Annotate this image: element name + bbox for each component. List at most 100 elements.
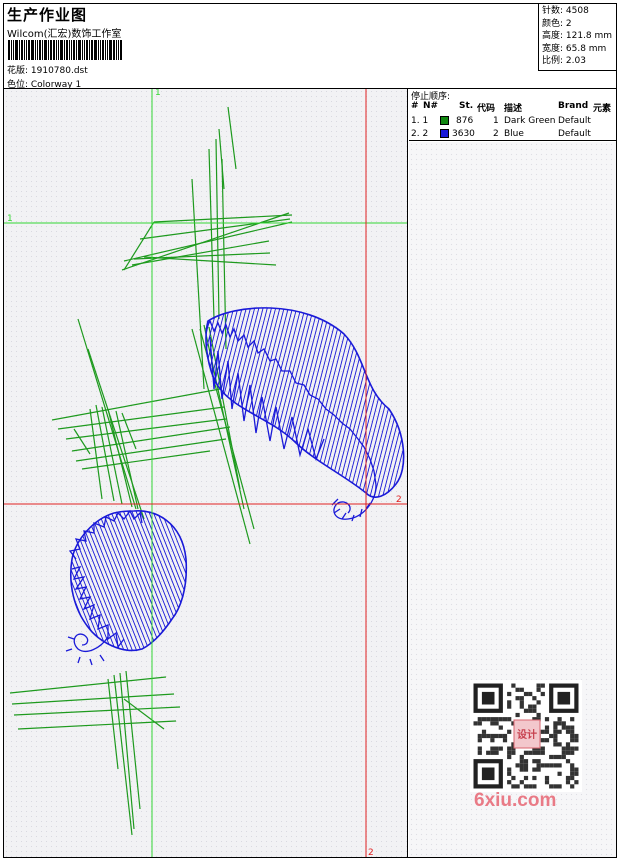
qr-module xyxy=(557,784,562,789)
satin-stitch xyxy=(4,89,33,686)
qr-finder-core xyxy=(481,767,495,781)
qr-module xyxy=(523,708,529,713)
satin-stitch xyxy=(392,307,404,498)
qr-module xyxy=(544,717,550,722)
leaf-edge-stitch xyxy=(333,484,377,520)
qr-module xyxy=(519,767,524,772)
satin-stitch xyxy=(206,307,210,498)
satin-stitch xyxy=(70,510,173,651)
qr-module xyxy=(553,721,558,726)
qr-module xyxy=(553,784,558,789)
satin-stitch xyxy=(4,89,92,686)
qr-module xyxy=(544,775,550,781)
qr-module xyxy=(507,691,512,697)
row-desc: Blue xyxy=(504,129,524,139)
satin-stitch xyxy=(133,510,187,651)
qr-module xyxy=(536,750,541,755)
row-index: 2. 2 xyxy=(411,129,429,139)
satin-stitch xyxy=(375,307,404,498)
satin-stitch xyxy=(70,510,127,651)
satin-stitch xyxy=(70,510,187,651)
qr-module xyxy=(507,717,512,722)
satin-stitch xyxy=(206,307,215,498)
satin-stitch xyxy=(283,307,404,498)
guide-label-green-v: 1 xyxy=(155,89,161,98)
satin-stitch xyxy=(70,510,157,651)
qr-module xyxy=(507,767,512,772)
qr-module xyxy=(565,759,571,764)
satin-stitch xyxy=(405,89,408,686)
satin-stitch xyxy=(4,89,16,686)
satin-stitch xyxy=(70,510,187,651)
row-brand: Default xyxy=(558,129,591,139)
qr-module xyxy=(536,712,541,718)
qr-module xyxy=(570,784,575,789)
qr-module xyxy=(481,733,487,739)
qr-module xyxy=(570,775,575,781)
satin-stitch xyxy=(367,307,404,498)
satin-stitch xyxy=(100,510,187,651)
satin-stitch xyxy=(206,307,231,498)
qr-module xyxy=(574,767,579,772)
design-file: 花版: 1910780.dst xyxy=(7,66,88,76)
satin-stitch xyxy=(83,510,187,651)
qr-module xyxy=(507,700,512,705)
satin-stitch xyxy=(70,510,187,651)
qr-module xyxy=(486,733,491,739)
qr-module xyxy=(511,775,516,781)
leaf-hatching xyxy=(4,135,187,857)
qr-module xyxy=(532,759,537,764)
satin-stitch xyxy=(206,307,236,498)
satin-stitch xyxy=(4,135,42,857)
qr-module xyxy=(519,704,524,709)
qr-module xyxy=(532,750,537,755)
qr-code[interactable]: 设计 xyxy=(470,680,582,792)
design-canvas[interactable]: 1 1 2 2 xyxy=(4,89,408,857)
qr-module xyxy=(574,738,579,743)
green-stitch xyxy=(9,676,167,694)
qr-module xyxy=(536,759,541,764)
green-stitch xyxy=(143,256,277,266)
table-row[interactable]: 1. 1 876 1 Dark Green Default xyxy=(409,116,616,128)
green-stitch-lines xyxy=(9,106,293,836)
qr-module xyxy=(540,750,545,755)
satin-stitch xyxy=(70,510,182,651)
satin-stitch xyxy=(70,510,187,651)
qr-module xyxy=(519,763,524,768)
table-row[interactable]: 2. 2 3630 2 Blue Default xyxy=(409,129,616,141)
qr-module xyxy=(502,717,508,722)
stop-sequence-panel: 停止顺序: # N# St. 代码 描述 Brand 元素 1. 1 876 1… xyxy=(409,89,616,141)
satin-stitch xyxy=(4,89,121,686)
satin-stitch xyxy=(4,89,20,686)
qr-module xyxy=(544,780,550,785)
qr-module xyxy=(536,763,541,768)
satin-stitch xyxy=(70,510,119,651)
qr-module xyxy=(570,746,575,751)
qr-module xyxy=(523,784,529,789)
qr-module xyxy=(481,729,487,734)
green-stitch xyxy=(218,128,225,190)
satin-stitch xyxy=(70,510,187,651)
satin-stitch xyxy=(4,89,146,686)
qr-module xyxy=(557,771,562,776)
satin-stitch xyxy=(70,510,187,651)
satin-stitch xyxy=(70,510,136,651)
qr-module xyxy=(494,717,499,722)
satin-stitch xyxy=(70,510,140,651)
qr-module xyxy=(544,738,550,743)
satin-stitch xyxy=(79,510,187,651)
row-stitches: 3630 xyxy=(452,129,475,139)
satin-stitch xyxy=(6,89,205,686)
qr-module xyxy=(473,721,478,726)
qr-module xyxy=(528,708,533,713)
satin-stitch xyxy=(70,510,110,651)
qr-module xyxy=(540,738,545,743)
qr-module xyxy=(532,784,537,789)
satin-stitch xyxy=(70,510,187,651)
qr-module xyxy=(544,725,550,730)
qr-module xyxy=(561,725,566,730)
qr-module xyxy=(515,696,520,701)
qr-module xyxy=(502,733,508,739)
satin-stitch xyxy=(70,510,187,651)
satin-stitch xyxy=(4,135,30,857)
